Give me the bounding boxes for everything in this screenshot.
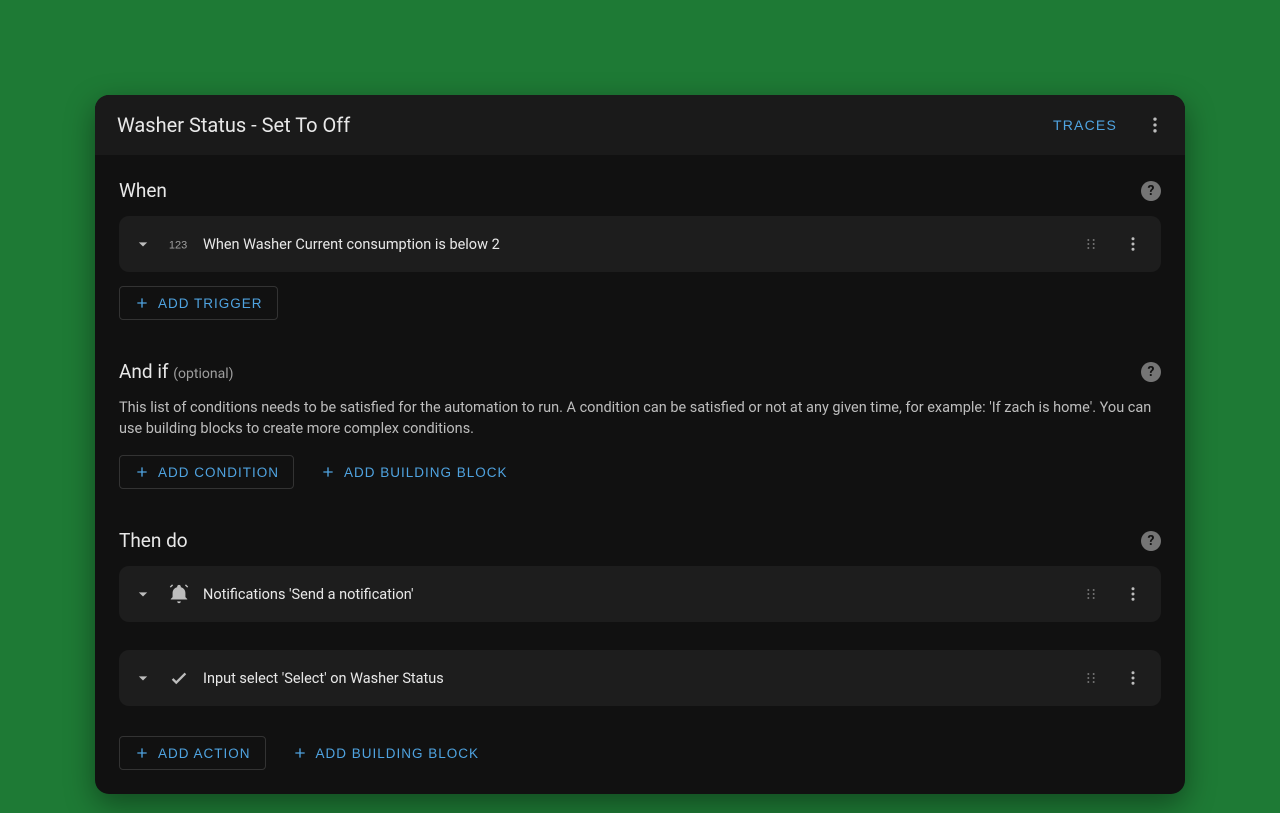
header-actions: TRACES [1041,107,1173,143]
action-overflow-button[interactable] [1115,576,1151,612]
overflow-menu-button[interactable] [1137,107,1173,143]
automation-title: Washer Status - Set To Off [117,113,350,137]
numeric-icon: 123 [167,233,191,255]
and-if-buttons: ADD CONDITION ADD BUILDING BLOCK [119,455,1161,489]
drag-handle[interactable] [1079,582,1103,606]
action-overflow-button[interactable] [1115,660,1151,696]
add-building-block-condition-button[interactable]: ADD BUILDING BLOCK [306,455,522,489]
chevron-down-icon [133,234,153,254]
drag-icon [1083,670,1099,686]
drag-handle[interactable] [1079,666,1103,690]
card-body: When ? 123 When Washer Current consumpti… [95,155,1185,794]
traces-button[interactable]: TRACES [1041,109,1129,141]
add-building-block-label: ADD BUILDING BLOCK [344,465,508,480]
help-icon[interactable]: ? [1141,362,1161,382]
add-trigger-label: ADD TRIGGER [158,296,263,311]
add-action-label: ADD ACTION [158,746,251,761]
and-if-title: And if (optional) [119,360,234,383]
add-condition-label: ADD CONDITION [158,465,279,480]
when-buttons: ADD TRIGGER [119,286,1161,320]
expand-toggle[interactable] [131,582,155,606]
dots-vertical-icon [1145,115,1165,135]
bell-icon [167,583,191,605]
trigger-label: When Washer Current consumption is below… [203,236,1067,253]
automation-editor-card: Washer Status - Set To Off TRACES When ?… [95,95,1185,794]
then-do-header: Then do ? [119,529,1161,552]
add-action-button[interactable]: ADD ACTION [119,736,266,770]
help-icon[interactable]: ? [1141,181,1161,201]
svg-text:123: 123 [169,240,187,252]
drag-handle[interactable] [1079,232,1103,256]
plus-icon [320,464,336,480]
expand-toggle[interactable] [131,232,155,256]
trigger-item[interactable]: 123 When Washer Current consumption is b… [119,216,1161,272]
check-icon [167,667,191,689]
trigger-overflow-button[interactable] [1115,226,1151,262]
when-title: When [119,179,167,202]
plus-icon [292,745,308,761]
drag-icon [1083,586,1099,602]
and-if-title-text: And if [119,360,169,383]
and-if-section: And if (optional) ? This list of conditi… [119,360,1161,489]
action-label: Notifications 'Send a notification' [203,586,1067,603]
add-trigger-button[interactable]: ADD TRIGGER [119,286,278,320]
and-if-description: This list of conditions needs to be sati… [119,397,1161,439]
add-condition-button[interactable]: ADD CONDITION [119,455,294,489]
expand-toggle[interactable] [131,666,155,690]
action-item[interactable]: Input select 'Select' on Washer Status [119,650,1161,706]
chevron-down-icon [133,584,153,604]
then-do-title: Then do [119,529,188,552]
action-item[interactable]: Notifications 'Send a notification' [119,566,1161,622]
dots-vertical-icon [1124,669,1142,687]
plus-icon [134,745,150,761]
dots-vertical-icon [1124,585,1142,603]
drag-icon [1083,236,1099,252]
and-if-optional: (optional) [173,366,233,382]
dots-vertical-icon [1124,235,1142,253]
add-building-block-action-button[interactable]: ADD BUILDING BLOCK [278,736,494,770]
action-list: Notifications 'Send a notification' [119,566,1161,720]
then-do-section: Then do ? Notifications 'Send a notifica… [119,529,1161,770]
plus-icon [134,295,150,311]
and-if-header: And if (optional) ? [119,360,1161,383]
then-do-buttons: ADD ACTION ADD BUILDING BLOCK [119,736,1161,770]
add-building-block-label: ADD BUILDING BLOCK [316,746,480,761]
when-section-header: When ? [119,179,1161,202]
help-icon[interactable]: ? [1141,531,1161,551]
card-header: Washer Status - Set To Off TRACES [95,95,1185,155]
plus-icon [134,464,150,480]
chevron-down-icon [133,668,153,688]
action-label: Input select 'Select' on Washer Status [203,670,1067,687]
